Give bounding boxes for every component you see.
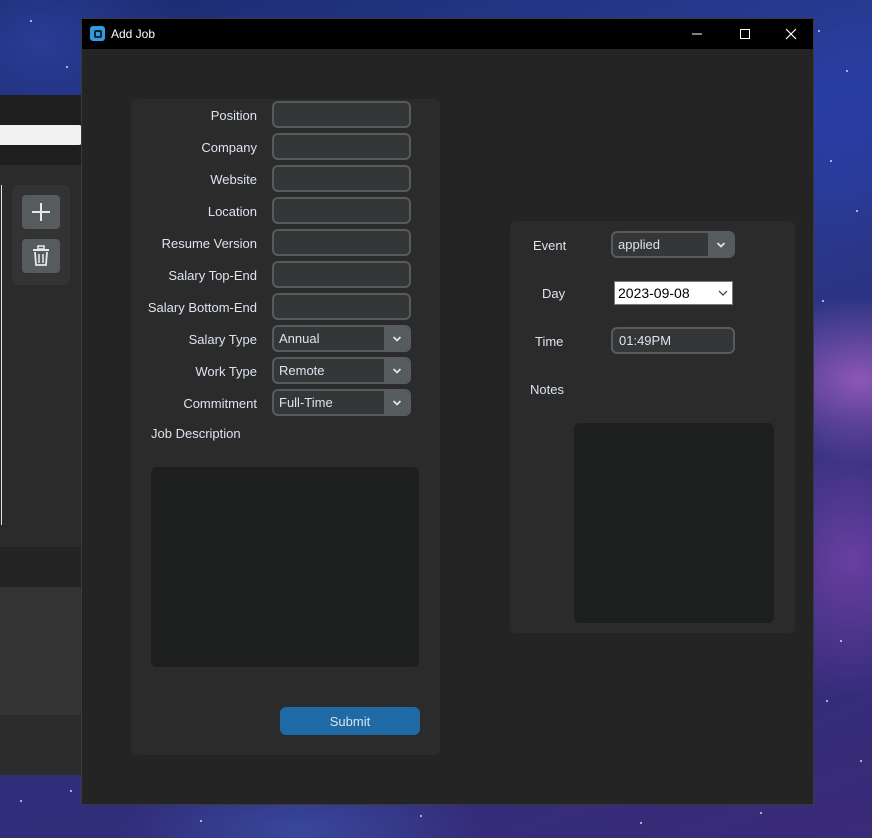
app-icon [90,26,105,41]
work-type-dropdown-button[interactable] [384,359,409,382]
job-description-textbox[interactable] [151,467,419,667]
work-type-select[interactable]: Remote [272,357,411,384]
work-type-label: Work Type [195,364,257,379]
day-value: 2023-09-08 [618,285,690,301]
chevron-down-icon [392,399,401,406]
delete-button[interactable] [22,239,60,273]
close-icon [785,28,797,40]
commitment-label: Commitment [183,396,257,411]
job-description-label: Job Description [151,426,241,441]
add-job-window: Add Job Position Company Website Locatio… [81,18,814,805]
title-bar[interactable]: Add Job [82,19,813,49]
salary-top-end-field[interactable] [272,261,411,288]
day-date-picker[interactable]: 2023-09-08 [614,281,733,305]
minimize-icon [692,33,702,35]
time-field[interactable] [611,327,735,354]
salary-type-label: Salary Type [188,332,257,347]
website-field[interactable] [272,165,411,192]
add-button[interactable] [22,195,60,229]
close-button[interactable] [768,19,814,49]
resume-version-label: Resume Version [161,236,257,251]
commitment-dropdown-button[interactable] [384,391,409,414]
website-label: Website [210,172,257,187]
background-search-field[interactable] [0,125,82,145]
chevron-down-icon [392,367,401,374]
plus-icon [32,203,50,221]
salary-type-value: Annual [279,331,320,346]
salary-type-select[interactable]: Annual [272,325,411,352]
notes-label: Notes [530,382,564,397]
event-label: Event [533,238,567,253]
background-list-panel[interactable] [0,185,2,525]
event-select[interactable]: applied [611,231,735,258]
position-field[interactable] [272,101,411,128]
maximize-icon [740,29,750,39]
company-field[interactable] [272,133,411,160]
salary-top-end-label: Salary Top-End [168,268,257,283]
date-dropdown-button[interactable] [714,289,732,297]
work-type-value: Remote [279,363,325,378]
trash-icon [33,245,49,266]
company-label: Company [201,140,257,155]
notes-textbox[interactable] [574,423,774,623]
time-label: Time [535,334,564,349]
background-divider-band [0,547,82,587]
event-dropdown-button[interactable] [708,233,733,256]
maximize-button[interactable] [722,19,768,49]
salary-bottom-end-label: Salary Bottom-End [147,300,257,315]
event-value: applied [618,237,660,252]
background-lower-panel [0,587,82,715]
salary-bottom-end-field[interactable] [272,293,411,320]
salary-type-dropdown-button[interactable] [384,327,409,350]
chevron-down-icon [716,241,725,248]
submit-button[interactable]: Submit [280,707,420,735]
commitment-select[interactable]: Full-Time [272,389,411,416]
chevron-down-icon [392,335,401,342]
location-label: Location [207,204,257,219]
day-label: Day [542,286,566,301]
window-title: Add Job [111,27,156,41]
resume-version-field[interactable] [272,229,411,256]
location-field[interactable] [272,197,411,224]
commitment-value: Full-Time [279,395,333,410]
background-app-window [0,95,82,775]
minimize-button[interactable] [674,19,720,49]
position-label: Position [210,108,257,123]
chevron-down-icon [718,290,728,296]
